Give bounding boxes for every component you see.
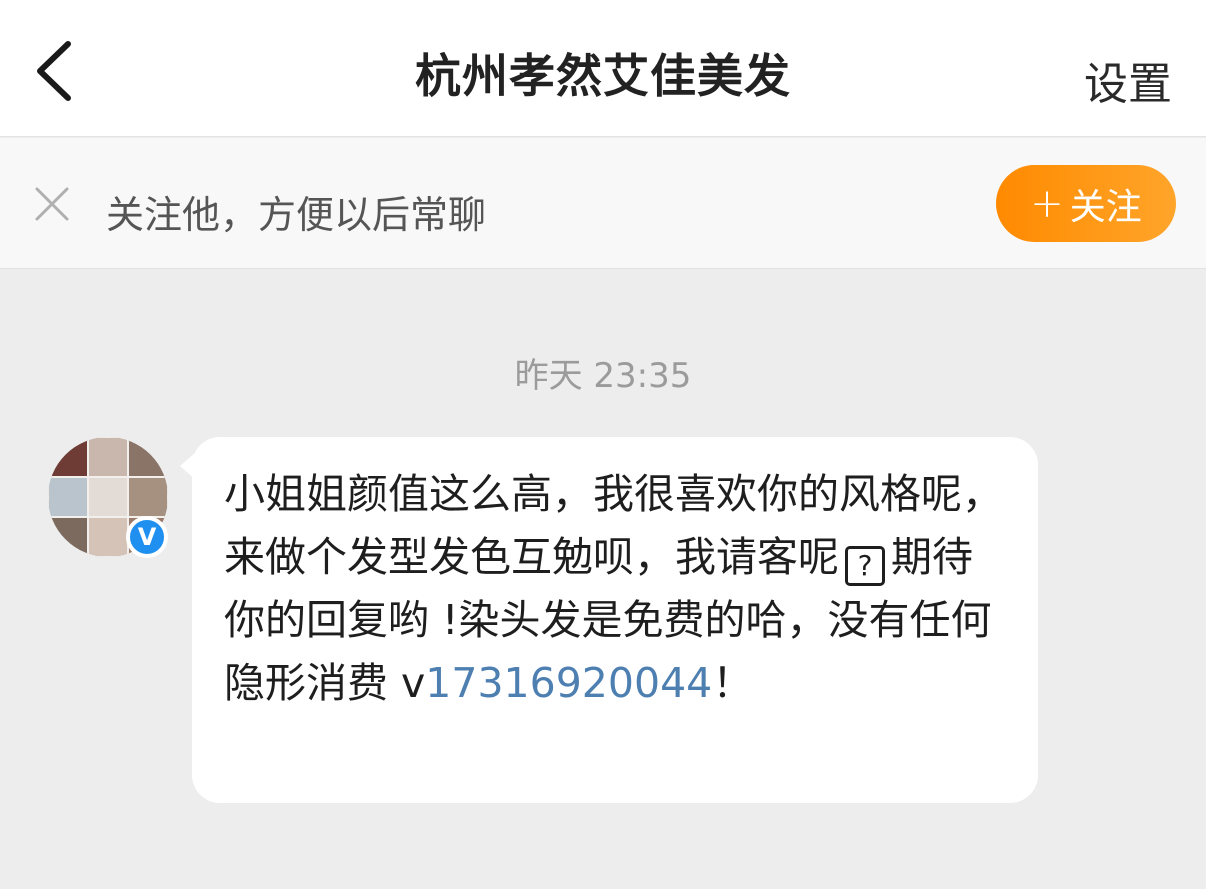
plus-icon: +	[1030, 180, 1064, 227]
message-part-1: 小姐姐颜值这么高，我很喜欢你的风格呢，来做个发型发色互勉呗，我请客呢	[224, 470, 1003, 581]
nav-bar: 杭州孝然艾佳美发 设置	[0, 0, 1206, 137]
message-text: 小姐姐颜值这么高，我很喜欢你的风格呢，来做个发型发色互勉呗，我请客呢? 期待你的回…	[224, 463, 1008, 715]
settings-button[interactable]: 设置	[1084, 48, 1172, 112]
follow-button-label: 关注	[1069, 186, 1142, 228]
unknown-emoji-icon: ?	[845, 546, 885, 586]
page-title: 杭州孝然艾佳美发	[415, 49, 791, 103]
phone-number-link[interactable]: 17316920044	[425, 659, 712, 707]
follow-button[interactable]: + 关注	[996, 165, 1176, 242]
verified-badge-icon: V	[126, 516, 168, 558]
close-icon[interactable]	[34, 186, 70, 222]
message-part-3: ！	[712, 659, 754, 707]
follow-hint-text: 关注他，方便以后常聊	[106, 193, 487, 237]
message-bubble[interactable]: 小姐姐颜值这么高，我很喜欢你的风格呢，来做个发型发色互勉呗，我请客呢? 期待你的回…	[192, 437, 1038, 803]
message-timestamp: 昨天 23:35	[514, 356, 692, 396]
